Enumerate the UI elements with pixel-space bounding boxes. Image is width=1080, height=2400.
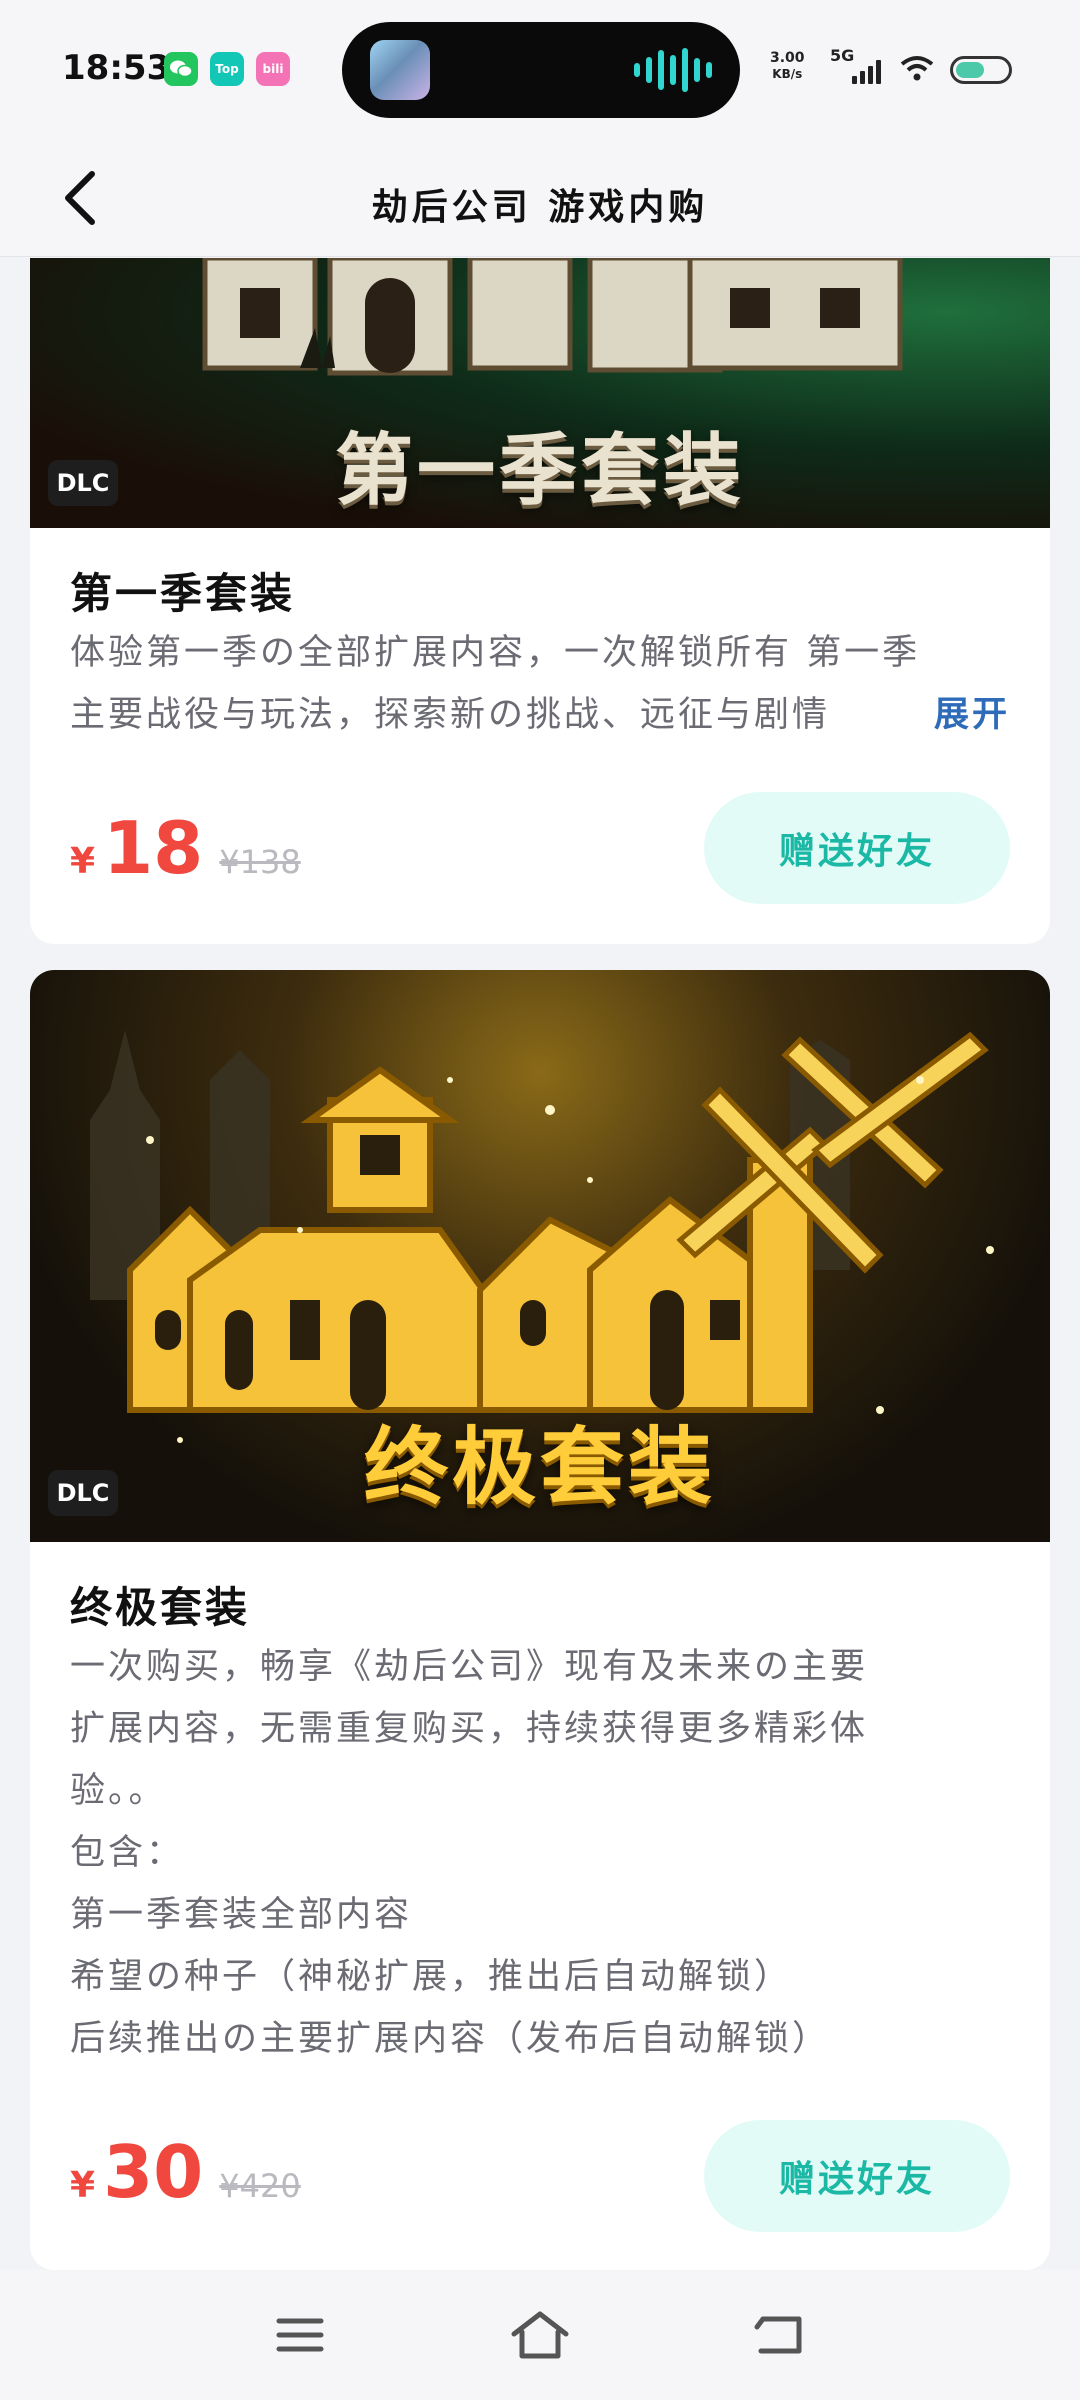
audio-wave-icon xyxy=(634,48,712,92)
app-header: 劫后公司 游戏内购 xyxy=(0,140,1080,257)
product-banner-image[interactable]: 终极套装 DLC xyxy=(30,970,1050,1542)
status-time: 18:53 xyxy=(62,48,171,88)
toptop-icon: Top xyxy=(210,52,244,86)
network-speed: 3.00 KB/s xyxy=(770,50,805,82)
bilibili-label: bili xyxy=(262,62,284,76)
description-fade xyxy=(830,686,910,748)
gift-to-friend-button[interactable]: 赠送好友 xyxy=(704,2120,1010,2232)
home-button[interactable] xyxy=(500,2300,580,2370)
banner-title: 终极套装 xyxy=(363,1418,716,1516)
home-icon xyxy=(511,2311,569,2359)
bilibili-icon: bili xyxy=(256,52,290,86)
description-line: 扩展内容，无需重复购买，持续获得更多精彩体 xyxy=(70,1709,869,1749)
current-price: 30 xyxy=(103,2130,204,2214)
description-line: 第一季套装全部内容 xyxy=(70,1895,413,1935)
battery-icon xyxy=(950,56,1012,84)
description-line: 验。。 xyxy=(70,1771,167,1811)
menu-icon xyxy=(276,2318,324,2352)
product-title: 终极套装 xyxy=(70,1583,251,1632)
product-title: 第一季套装 xyxy=(70,569,296,618)
description-line: 后续推出の主要扩展内容（发布后自动解锁） xyxy=(70,2019,831,2059)
description-line: 包含： xyxy=(70,1833,185,1873)
currency-symbol: ¥ xyxy=(70,2165,96,2206)
product-banner-image[interactable]: 第一季套装 DLC xyxy=(30,258,1050,528)
price-row: ¥ 30 ¥420 xyxy=(70,2130,301,2214)
dlc-badge: DLC xyxy=(48,1470,118,1516)
description-line: 希望の种子（神秘扩展，推出后自动解锁） xyxy=(70,1957,793,1997)
wifi-icon xyxy=(900,54,934,86)
page-title: 劫后公司 游戏内购 xyxy=(371,187,709,228)
menu-button[interactable] xyxy=(260,2300,340,2370)
system-nav-bar xyxy=(0,2270,1080,2400)
network-type: 5G xyxy=(830,46,855,65)
product-card[interactable]: 终极套装 DLC 终极套装 一次购买，畅享《劫后公司》现有及未来の主要 扩展内容… xyxy=(30,970,1050,2270)
currency-symbol: ¥ xyxy=(70,841,96,882)
back-icon xyxy=(754,2316,802,2354)
description-line: 体验第一季の全部扩展内容，一次解锁所有 第一季 xyxy=(70,633,921,673)
product-description: 一次购买，畅享《劫后公司》现有及未来の主要 扩展内容，无需重复购买，持续获得更多… xyxy=(70,1636,1000,2070)
current-price: 18 xyxy=(103,806,204,890)
back-nav-button[interactable] xyxy=(740,2300,820,2370)
dlc-badge: DLC xyxy=(48,460,118,506)
price-row: ¥ 18 ¥138 xyxy=(70,806,301,890)
product-card[interactable]: 第一季套装 DLC 第一季套装 体验第一季の全部扩展内容，一次解锁所有 第一季 … xyxy=(30,258,1050,944)
toptop-label: Top xyxy=(215,62,239,76)
signal-icon xyxy=(852,56,881,84)
original-price: ¥138 xyxy=(219,843,301,881)
wechat-icon xyxy=(164,52,198,86)
now-playing-thumbnail xyxy=(370,40,430,100)
gift-to-friend-button[interactable]: 赠送好友 xyxy=(704,792,1010,904)
network-speed-value: 3.00 xyxy=(770,50,805,66)
description-line: 一次购买，畅享《劫后公司》现有及未来の主要 xyxy=(70,1647,869,1687)
original-price: ¥420 xyxy=(219,2167,301,2205)
banner-title: 第一季套装 xyxy=(334,426,745,516)
status-bar: 18:53 Top bili 3.00 KB/s 5G xyxy=(0,0,1080,140)
dynamic-island[interactable] xyxy=(342,22,740,118)
network-speed-unit: KB/s xyxy=(772,67,803,81)
expand-link[interactable]: 展开 xyxy=(915,686,1010,737)
